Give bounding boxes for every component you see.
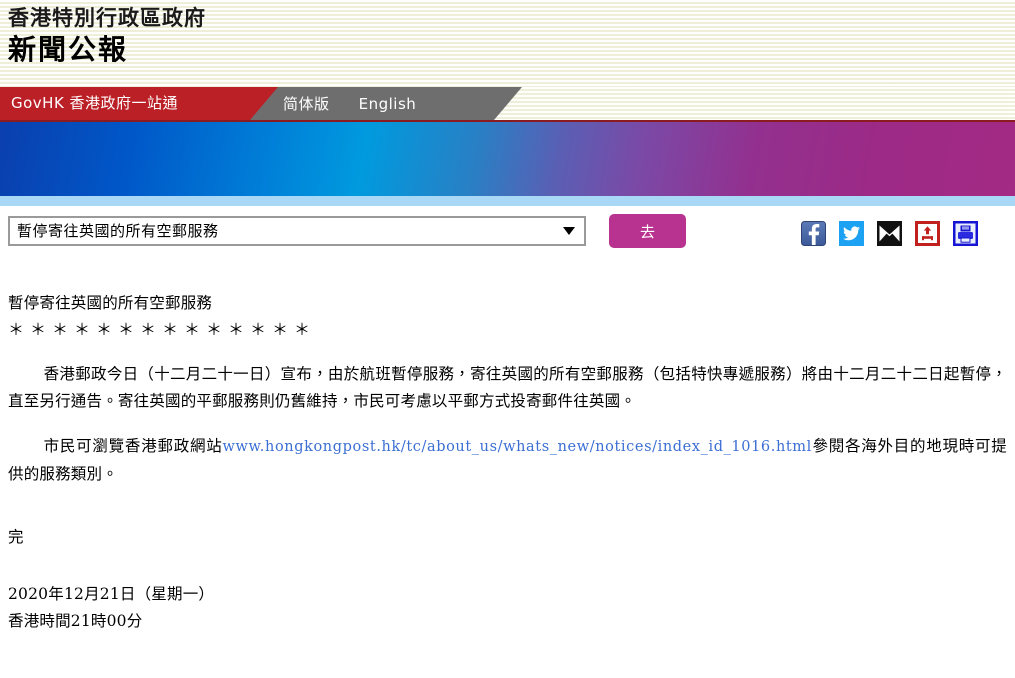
facebook-icon[interactable] — [801, 221, 826, 246]
link-paragraph-prefix: 市民可瀏覽香港郵政網站 — [43, 437, 223, 455]
press-release-select-value: 暫停寄往英國的所有空郵服務 — [17, 222, 219, 240]
chevron-down-icon — [563, 227, 575, 235]
banner-underline — [0, 196, 1015, 206]
press-release-select[interactable]: 暫停寄往英國的所有空郵服務 — [8, 216, 586, 246]
social-share-group — [801, 221, 978, 246]
article-separator: ＊＊＊＊＊＊＊＊＊＊＊＊＊＊ — [8, 320, 317, 339]
govhk-portal-link[interactable]: GovHK 香港政府一站通 — [11, 87, 178, 120]
download-icon[interactable] — [915, 221, 940, 246]
hongkongpost-url-link[interactable]: www.hongkongpost.hk/tc/about_us/whats_ne… — [222, 439, 811, 455]
go-button[interactable]: 去 — [609, 214, 686, 248]
language-links: 简体版 English — [283, 87, 440, 120]
article-time: 香港時間21時00分 — [8, 612, 143, 630]
decorative-banner — [0, 120, 1015, 196]
government-name: 香港特別行政區政府 — [8, 6, 206, 30]
top-navigation-bar: GovHK 香港政府一站通 简体版 English — [0, 87, 1015, 120]
article-paragraph-link: 市民可瀏覽香港郵政網站www.hongkongpost.hk/tc/about_… — [8, 433, 1007, 488]
nav-link-simplified-chinese[interactable]: 简体版 — [283, 95, 330, 113]
page-title: 新聞公報 — [8, 33, 129, 67]
nav-link-english[interactable]: English — [359, 95, 417, 113]
article-headline: 暫停寄往英國的所有空郵服務 — [8, 294, 213, 312]
press-release-body: 暫停寄往英國的所有空郵服務 ＊＊＊＊＊＊＊＊＊＊＊＊＊＊ 香港郵政今日（十二月二… — [0, 290, 1015, 635]
article-date: 2020年12月21日（星期一） — [8, 585, 215, 603]
article-paragraph-main: 香港郵政今日（十二月二十一日）宣布，由於航班暫停服務，寄往英國的所有空郵服務（包… — [8, 365, 1007, 410]
twitter-icon[interactable] — [839, 221, 864, 246]
article-end-mark: 完 — [8, 528, 24, 546]
masthead: 香港特別行政區政府 新聞公報 — [0, 0, 1015, 87]
print-icon[interactable] — [953, 221, 978, 246]
banner-top-rule — [0, 120, 1015, 122]
email-icon[interactable] — [877, 221, 902, 246]
controls-row: 暫停寄往英國的所有空郵服務 去 — [0, 206, 1015, 262]
